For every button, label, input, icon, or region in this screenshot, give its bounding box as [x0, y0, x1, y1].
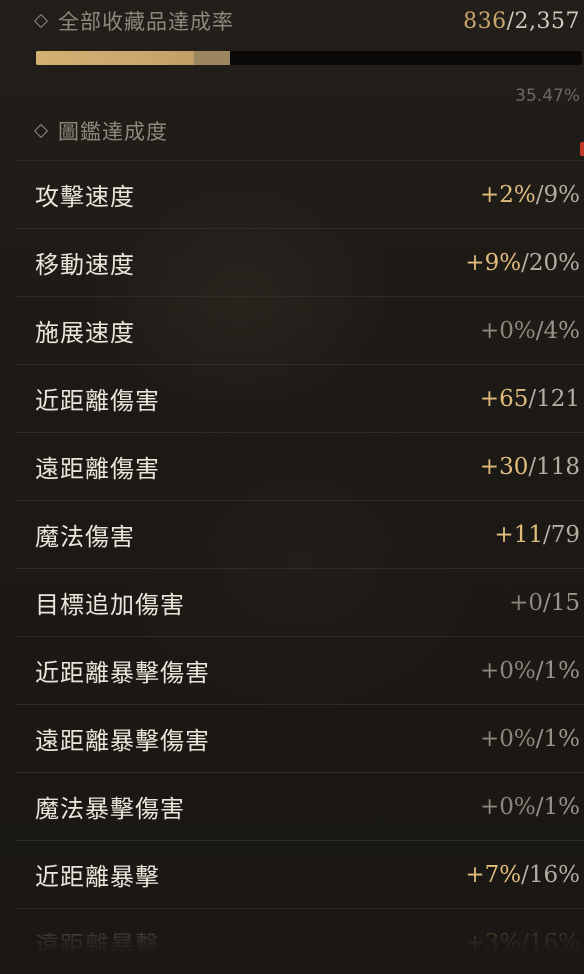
stat-value: +65/121 — [480, 386, 584, 412]
stat-row[interactable]: 移動速度 +9%/20% — [16, 229, 584, 297]
stat-max: 4% — [543, 317, 581, 344]
stat-row[interactable]: 攻擊速度 +2%/9% — [16, 161, 584, 229]
stat-name: 遠距離傷害 — [35, 455, 160, 483]
stat-current: +0 — [509, 589, 543, 616]
total-collection-title: 全部收藏品達成率 — [58, 10, 234, 34]
stat-name: 近距離暴擊 — [35, 863, 160, 891]
stat-row[interactable]: 魔法暴擊傷害 +0%/1% — [16, 773, 584, 841]
stat-separator: / — [528, 385, 537, 412]
stat-current: +0% — [479, 317, 536, 344]
collection-progress-tip — [193, 51, 230, 65]
stat-separator: / — [528, 453, 537, 480]
stat-max: 16% — [528, 861, 580, 888]
stat-current: +3% — [465, 929, 522, 956]
stat-separator: / — [535, 725, 544, 752]
stat-name: 遠距離暴擊 — [35, 931, 160, 959]
stat-value: +0%/1% — [480, 726, 584, 752]
stat-name: 魔法暴擊傷害 — [35, 795, 185, 823]
stat-current: +30 — [479, 453, 529, 480]
stat-value: +11/79 — [494, 522, 584, 548]
stat-max: 20% — [528, 249, 580, 276]
collection-stats-panel[interactable]: 全部收藏品達成率 836/2,357 35.47% 圖鑑達成度 攻擊速度 +2% /… — [0, 0, 584, 974]
stat-separator: / — [535, 317, 544, 344]
stat-row[interactable]: 遠距離暴擊傷害 +0%/1% — [16, 705, 584, 773]
stat-current: +0% — [479, 793, 536, 820]
stat-current: +0% — [479, 657, 536, 684]
stat-row[interactable]: 近距離暴擊 +7%/16% — [16, 841, 584, 909]
stat-max: 16% — [528, 929, 580, 956]
collected-count: 836 — [463, 8, 507, 34]
stat-current: +2% — [479, 181, 536, 208]
stat-row[interactable]: 近距離傷害 +65/121 — [16, 365, 584, 433]
stat-separator: / — [535, 793, 544, 820]
stat-current: +11 — [494, 521, 543, 548]
stat-value: +9%/20% — [465, 250, 584, 276]
stat-separator: / — [542, 521, 551, 548]
stat-current: +65 — [479, 385, 529, 412]
stat-separator: / — [521, 249, 529, 276]
stat-current: +0% — [479, 725, 536, 752]
stat-name: 近距離暴擊傷害 — [35, 659, 210, 687]
stat-max: 1% — [543, 793, 581, 820]
total-collection-row: 全部收藏品達成率 836/2,357 — [33, 4, 584, 38]
stat-name: 攻擊速度 — [35, 183, 135, 211]
stat-max: 121 — [536, 385, 580, 412]
stat-name: 目標追加傷害 — [35, 591, 185, 619]
total-collection-heading: 全部收藏品達成率 — [33, 6, 234, 36]
stat-row[interactable]: 遠距離暴擊 +3%/16% — [16, 909, 584, 974]
stat-separator: / — [535, 181, 544, 208]
stat-max: 9% — [543, 181, 581, 208]
codex-heading: 圖鑑達成度 — [33, 115, 168, 147]
stat-current: +7% — [465, 861, 522, 888]
total-count: 2,357 — [514, 8, 580, 34]
codex-stat-list: 攻擊速度 +2%/9% 移動速度 +9%/20% 施展速度 +0%/4% 近距離傷害 +65/… — [16, 161, 584, 974]
stat-row[interactable]: 目標追加傷害 +0/15 — [16, 569, 584, 637]
total-collection-count: 836/2,357 — [463, 9, 584, 34]
stat-max: 118 — [536, 453, 580, 480]
edge-indicator — [580, 142, 584, 156]
count-separator: / — [506, 8, 515, 34]
stat-name: 遠距離暴擊傷害 — [35, 727, 210, 755]
stat-name: 魔法傷害 — [35, 523, 135, 551]
stat-row[interactable]: 魔法傷害 +11/79 — [16, 501, 584, 569]
stat-separator: / — [521, 861, 529, 888]
stat-max: 1% — [543, 657, 581, 684]
stat-max: 15 — [550, 589, 580, 616]
collection-percent: 35.47% — [515, 86, 580, 106]
collection-progress-bar — [36, 51, 582, 65]
stat-value: +0/15 — [509, 590, 584, 616]
stat-value: +2%/9% — [480, 182, 584, 208]
diamond-icon — [33, 123, 49, 139]
stat-value: +7%/16% — [465, 862, 584, 888]
stat-separator: / — [542, 589, 551, 616]
stat-value: +0%/1% — [480, 794, 584, 820]
stat-row[interactable]: 施展速度 +0%/4% — [16, 297, 584, 365]
stat-max: 1% — [543, 725, 581, 752]
stat-value: +30/118 — [480, 454, 584, 480]
stat-row[interactable]: 遠距離傷害 +30/118 — [16, 433, 584, 501]
stat-current: +9% — [465, 249, 522, 276]
stat-value: +0%/1% — [480, 658, 584, 684]
stat-separator: / — [521, 929, 529, 956]
codex-title: 圖鑑達成度 — [58, 120, 168, 144]
stat-name: 移動速度 — [35, 251, 135, 279]
stat-name: 施展速度 — [35, 319, 135, 347]
stat-value: +0%/4% — [480, 318, 584, 344]
stat-max: 79 — [550, 521, 580, 548]
stat-name: 近距離傷害 — [35, 387, 160, 415]
stat-separator: / — [535, 657, 544, 684]
diamond-icon — [33, 13, 49, 29]
stat-row[interactable]: 近距離暴擊傷害 +0%/1% — [16, 637, 584, 705]
stat-value: +3%/16% — [465, 930, 584, 956]
